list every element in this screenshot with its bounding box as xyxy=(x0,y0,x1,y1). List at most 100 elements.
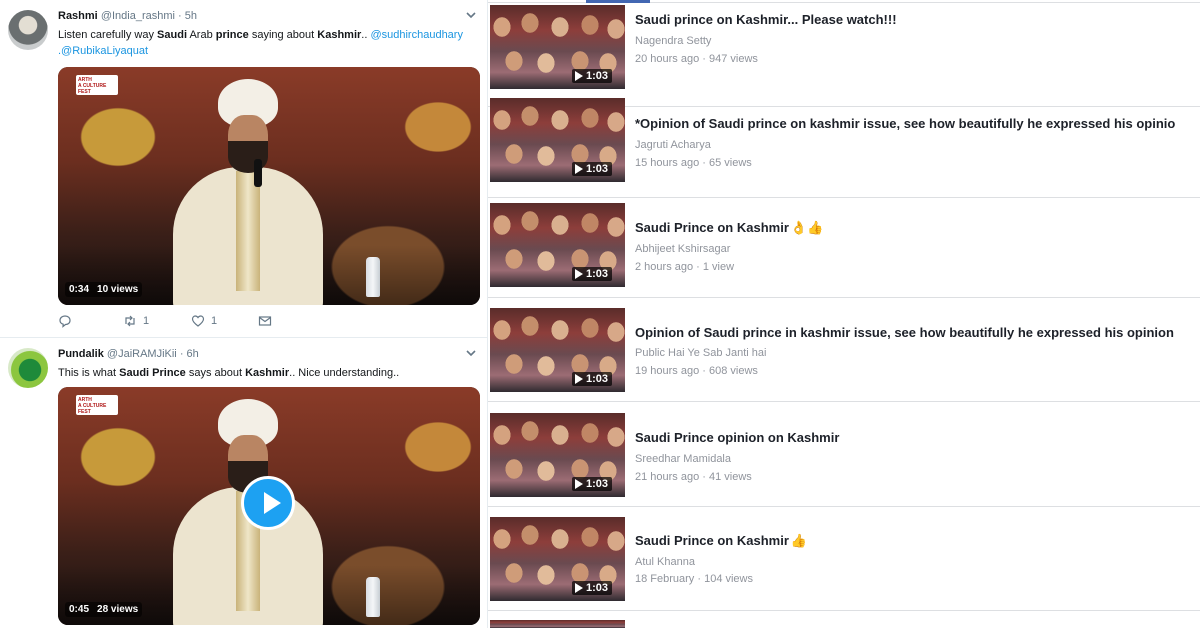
logo-text: FEST xyxy=(78,89,91,95)
water-bottle xyxy=(366,577,380,617)
chevron-down-icon[interactable] xyxy=(464,8,478,22)
video-duration-badge: 1:03 xyxy=(572,581,613,595)
user-name[interactable]: Pundalik xyxy=(58,348,104,360)
video-title-text[interactable]: Saudi Prince opinion on Kashmir xyxy=(635,430,839,445)
video-author[interactable]: Jagruti Acharya xyxy=(635,139,711,151)
retweet-count: 1 xyxy=(143,315,150,327)
highlight-term: prince xyxy=(215,29,249,41)
video-author[interactable]: Public Hai Ye Sab Janti hai xyxy=(635,347,766,359)
tweet-text: This is what Saudi Prince says about Kas… xyxy=(58,365,482,381)
video-duration: 1:03 xyxy=(586,70,609,82)
play-icon xyxy=(575,479,583,489)
highlight-term: Kashmir xyxy=(245,367,290,379)
like-count: 1 xyxy=(211,315,218,327)
chevron-down-icon[interactable] xyxy=(464,346,478,360)
speaker-figure xyxy=(173,79,323,305)
heart-icon xyxy=(191,315,205,327)
video-title-text[interactable]: *Opinion of Saudi prince on kashmir issu… xyxy=(635,116,1175,131)
user-handle[interactable]: @India_rashmi xyxy=(101,10,175,22)
video-player[interactable]: ARTH A CULTURE FEST 0:45 28 views xyxy=(58,387,480,625)
video-title-text[interactable]: Saudi prince on Kashmir... Please watch!… xyxy=(635,12,897,27)
video-result[interactable]: 1:03 Saudi Prince on Kashmir 👍 Atul Khann… xyxy=(488,507,1200,611)
play-icon[interactable] xyxy=(241,476,295,530)
direct-message-button[interactable] xyxy=(258,314,272,328)
user-handle[interactable]: @JaiRAMJiKii xyxy=(107,348,177,360)
video-stats-badge: 0:34 10 views xyxy=(65,282,143,297)
event-logo: ARTH A CULTURE FEST xyxy=(76,395,118,415)
video-result[interactable]: 1:03 *Opinion of Saudi prince on kashmir… xyxy=(488,94,1200,198)
video-duration-badge: 1:03 xyxy=(572,69,613,83)
video-title[interactable]: Saudi Prince opinion on Kashmir xyxy=(635,430,841,445)
emoji-icon: 👍 xyxy=(790,534,808,549)
video-thumbnail[interactable]: 1:03 xyxy=(490,5,625,89)
tweet-time[interactable]: · 6h xyxy=(180,348,199,360)
text-segment: This is what xyxy=(58,367,120,379)
video-duration: 1:03 xyxy=(586,478,609,490)
video-title[interactable]: Opinion of Saudi prince in kashmir issue… xyxy=(635,325,1176,340)
video-meta: 20 hours ago · 947 views xyxy=(635,53,758,65)
video-duration-badge: 1:03 xyxy=(572,372,613,386)
play-icon xyxy=(575,71,583,81)
mention-link[interactable]: .@RubikaLiyaquat xyxy=(58,45,148,57)
video-result[interactable]: 1:03 Opinion of Saudi prince in kashmir … xyxy=(488,298,1200,402)
video-duration: 1:03 xyxy=(586,268,609,280)
video-title[interactable]: Saudi Prince on Kashmir 👍 xyxy=(635,533,807,549)
video-thumbnail[interactable]: 1:03 xyxy=(490,203,625,287)
video-duration-badge: 1:03 xyxy=(572,267,613,281)
video-title[interactable]: *Opinion of Saudi prince on kashmir issu… xyxy=(635,116,1177,131)
tweet[interactable]: Rashmi @India_rashmi · 5h Listen careful… xyxy=(0,0,487,338)
video-duration-badge: 1:03 xyxy=(572,477,613,491)
tweet[interactable]: Pundalik @JaiRAMJiKii · 6h This is what … xyxy=(0,338,487,628)
event-logo: ARTH A CULTURE FEST xyxy=(76,75,118,95)
video-views: 28 views xyxy=(97,604,139,615)
video-title[interactable]: Saudi Prince on Kashmir 👌👍 xyxy=(635,220,823,236)
video-duration: 1:03 xyxy=(586,163,609,175)
video-thumbnail[interactable]: 1:03 xyxy=(490,517,625,601)
video-thumbnail[interactable]: 1:03 xyxy=(490,413,625,497)
twitter-panel: Rashmi @India_rashmi · 5h Listen careful… xyxy=(0,0,488,628)
tweet-header: Rashmi @India_rashmi · 5h xyxy=(58,10,197,22)
video-result[interactable]: 1:03 Saudi prince on Kashmir... Please w… xyxy=(488,3,1200,107)
play-icon xyxy=(575,269,583,279)
avatar[interactable] xyxy=(8,348,48,388)
text-segment: .. Nice understanding.. xyxy=(289,367,400,379)
avatar[interactable] xyxy=(8,10,48,50)
video-meta: 21 hours ago · 41 views xyxy=(635,471,752,483)
video-thumbnail[interactable]: 1:03 xyxy=(490,308,625,392)
video-title-text[interactable]: Saudi Prince on Kashmir xyxy=(635,220,789,235)
play-icon xyxy=(575,164,583,174)
play-icon xyxy=(575,374,583,384)
video-author[interactable]: Nagendra Setty xyxy=(635,35,711,47)
logo-text: FEST xyxy=(78,409,91,415)
tweet-text: Listen carefully way Saudi Arab prince s… xyxy=(58,27,482,59)
highlight-term: Saudi Prince xyxy=(119,367,186,379)
text-segment: Arab xyxy=(187,29,216,41)
video-author[interactable]: Sreedhar Mamidala xyxy=(635,453,731,465)
video-duration: 1:03 xyxy=(586,582,609,594)
video-meta: 2 hours ago · 1 view xyxy=(635,261,735,273)
like-button[interactable]: 1 xyxy=(191,314,217,328)
video-title-text[interactable]: Opinion of Saudi prince in kashmir issue… xyxy=(635,325,1174,340)
retweet-button[interactable]: 1 xyxy=(123,314,149,328)
tweet-actions: 1 1 xyxy=(58,314,288,330)
text-segment: says about xyxy=(185,367,246,379)
video-result[interactable]: 1:03 Saudi Prince on Kashmir 👌👍 Abhijeet … xyxy=(488,194,1200,298)
video-author[interactable]: Atul Khanna xyxy=(635,556,695,568)
mention-link[interactable]: @sudhirchaudhary xyxy=(370,29,463,41)
water-bottle xyxy=(366,257,380,297)
video-player[interactable]: ARTH A CULTURE FEST 0:34 10 views xyxy=(58,67,480,305)
video-author[interactable]: Abhijeet Kshirsagar xyxy=(635,243,730,255)
reply-button[interactable] xyxy=(58,314,72,328)
tweet-time[interactable]: · 5h xyxy=(178,10,197,22)
video-title-text[interactable]: Saudi Prince on Kashmir xyxy=(635,533,789,548)
facebook-video-results: 1:03 Saudi prince on Kashmir... Please w… xyxy=(488,0,1200,628)
user-name[interactable]: Rashmi xyxy=(58,10,98,22)
video-duration-badge: 1:03 xyxy=(572,162,613,176)
video-thumbnail[interactable] xyxy=(490,620,625,628)
video-thumbnail[interactable]: 1:03 xyxy=(490,98,625,182)
video-title[interactable]: Saudi prince on Kashmir... Please watch!… xyxy=(635,12,899,27)
video-stats-badge: 0:45 28 views xyxy=(65,602,143,617)
text-segment: Listen carefully way xyxy=(58,29,158,41)
video-views: 10 views xyxy=(97,284,139,295)
video-result[interactable]: 1:03 Saudi Prince opinion on Kashmir Sre… xyxy=(488,403,1200,507)
